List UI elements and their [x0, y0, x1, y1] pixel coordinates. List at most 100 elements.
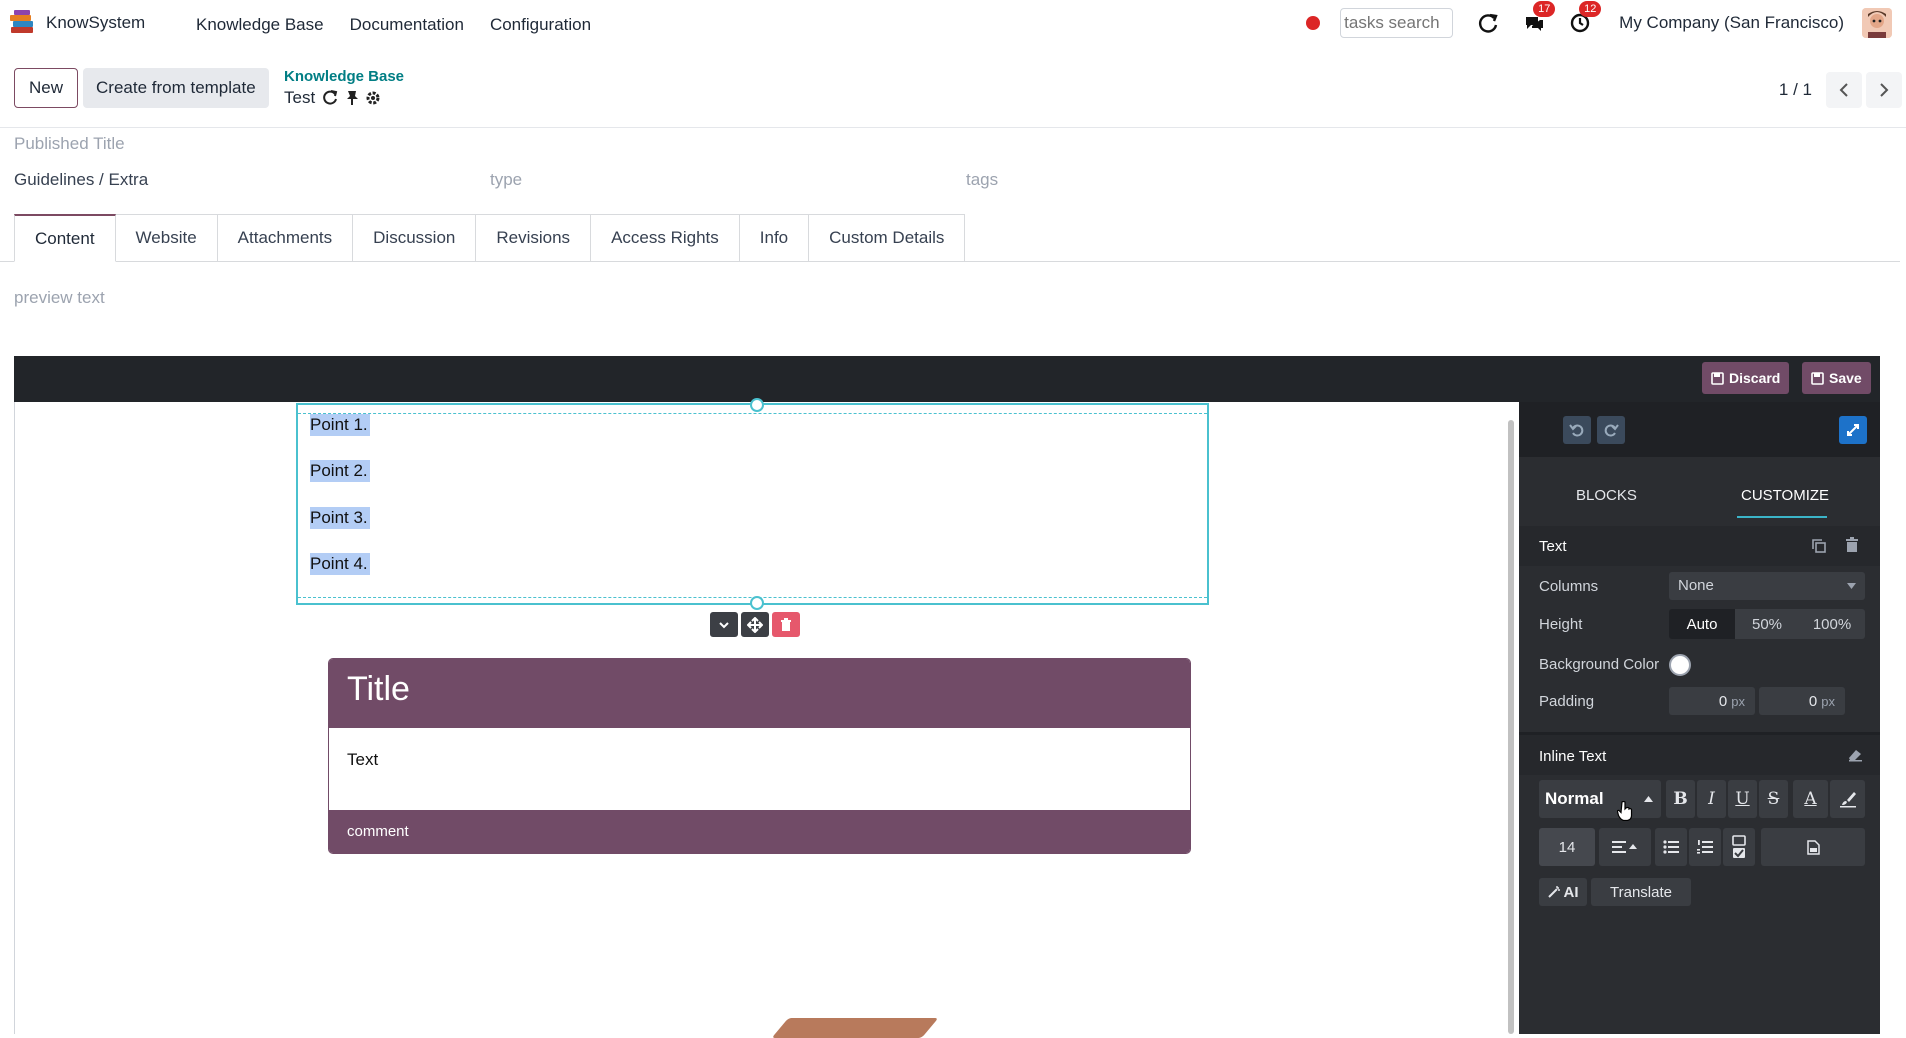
underline-button[interactable]: U — [1728, 780, 1757, 818]
undo-icon[interactable] — [1563, 416, 1591, 444]
panel-history-bar — [1519, 402, 1880, 457]
height-selector: Auto 50% 100% — [1669, 609, 1865, 639]
align-select[interactable] — [1599, 828, 1651, 866]
user-avatar[interactable] — [1862, 8, 1892, 38]
chevron-left-icon — [1839, 83, 1848, 97]
columns-select[interactable]: None — [1669, 572, 1865, 600]
padding-horizontal-input[interactable]: 0 px — [1759, 687, 1845, 715]
trash-icon[interactable] — [772, 612, 800, 637]
duplicate-icon[interactable] — [1811, 538, 1827, 554]
font-size-value: 14 — [1558, 838, 1576, 856]
tab-blocks[interactable]: BLOCKS — [1576, 487, 1637, 504]
section-path-field[interactable]: Guidelines / Extra — [14, 170, 148, 190]
chat-icon[interactable]: 17 — [1521, 1, 1556, 36]
ai-label: AI — [1563, 883, 1579, 901]
snippet-toolbar — [710, 612, 800, 637]
tab-info[interactable]: Info — [739, 214, 810, 262]
italic-button[interactable]: I — [1697, 780, 1726, 818]
font-size-input[interactable]: 14 — [1539, 828, 1595, 866]
save-button[interactable]: Save — [1802, 362, 1871, 394]
inline-text-section-title: Inline Text — [1539, 748, 1607, 765]
translate-button[interactable]: Translate — [1591, 878, 1691, 906]
tab-content[interactable]: Content — [14, 214, 116, 262]
scrollbar-thumb[interactable] — [1508, 420, 1514, 1034]
card-comment[interactable]: comment — [329, 810, 1190, 853]
menu-knowledge-base[interactable]: Knowledge Base — [196, 15, 324, 35]
list-item[interactable]: Point 4. — [310, 553, 370, 575]
height-auto-button[interactable]: Auto — [1669, 609, 1735, 639]
activity-badge: 12 — [1579, 1, 1602, 17]
background-color-picker[interactable] — [1669, 654, 1691, 676]
tab-custom-details[interactable]: Custom Details — [809, 214, 966, 262]
refresh-icon[interactable] — [1475, 10, 1501, 36]
recording-indicator-icon[interactable] — [1306, 16, 1321, 30]
create-from-template-button[interactable]: Create from template — [83, 68, 269, 108]
insert-media-button[interactable] — [1761, 828, 1865, 866]
pin-icon[interactable] — [345, 90, 359, 106]
padding-guide-top — [298, 413, 1207, 414]
tab-revisions[interactable]: Revisions — [476, 214, 592, 262]
brand[interactable]: KnowSystem — [8, 9, 145, 37]
type-field[interactable]: type — [490, 170, 522, 190]
tab-attachments[interactable]: Attachments — [217, 214, 354, 262]
menu-configuration[interactable]: Configuration — [490, 15, 591, 35]
resize-handle-top[interactable] — [750, 398, 764, 412]
text-style-select[interactable]: Normal — [1539, 780, 1661, 818]
gear-icon[interactable] — [365, 90, 381, 106]
sync-icon[interactable] — [321, 89, 339, 107]
padding-vertical-input[interactable]: 0 px — [1669, 687, 1755, 715]
tab-website[interactable]: Website — [115, 214, 218, 262]
pager: 1 / 1 — [1779, 72, 1906, 108]
tab-access-rights[interactable]: Access Rights — [591, 214, 740, 262]
list-item[interactable]: Point 3. — [310, 507, 370, 529]
chevron-down-icon[interactable] — [710, 612, 738, 637]
highlight-color-button[interactable] — [1830, 780, 1865, 818]
align-left-icon — [1612, 841, 1637, 853]
ai-button[interactable]: AI — [1539, 878, 1587, 906]
file-image-icon — [1806, 839, 1820, 855]
card-text[interactable]: Text — [329, 728, 1190, 810]
numbered-list-icon — [1697, 840, 1713, 854]
pager-previous-button[interactable] — [1826, 72, 1862, 108]
height-50-button[interactable]: 50% — [1735, 609, 1799, 639]
discard-button[interactable]: Discard — [1702, 362, 1790, 394]
list-item[interactable]: Point 1. — [310, 414, 370, 436]
pager-value[interactable]: 1 / 1 — [1779, 80, 1812, 100]
text-style-value: Normal — [1545, 789, 1604, 808]
strikethrough-button[interactable]: S — [1759, 780, 1788, 818]
trash-icon[interactable] — [1845, 537, 1859, 553]
checklist-button[interactable] — [1723, 828, 1755, 866]
title-card-snippet[interactable]: Title Text comment — [328, 658, 1191, 854]
tab-discussion[interactable]: Discussion — [353, 214, 477, 262]
eraser-icon[interactable] — [1847, 748, 1863, 762]
menu-documentation[interactable]: Documentation — [350, 15, 464, 35]
pager-next-button[interactable] — [1866, 72, 1902, 108]
breadcrumb-knowledge-base[interactable]: Knowledge Base — [284, 68, 404, 85]
tags-field[interactable]: tags — [966, 170, 998, 190]
redo-icon[interactable] — [1597, 416, 1625, 444]
expand-icon[interactable] — [1839, 416, 1867, 444]
list-item[interactable]: Point 2. — [310, 460, 370, 482]
font-color-button[interactable]: A — [1793, 780, 1828, 818]
preview-text-field[interactable]: preview text — [14, 288, 105, 308]
bold-button[interactable]: B — [1666, 780, 1695, 818]
card-title[interactable]: Title — [329, 659, 1190, 728]
chevron-right-icon — [1880, 83, 1889, 97]
discard-label: Discard — [1729, 370, 1781, 386]
resize-handle-bottom[interactable] — [750, 596, 764, 610]
tasks-search-input[interactable] — [1340, 8, 1454, 38]
move-icon[interactable] — [741, 612, 769, 637]
magic-wand-icon — [1547, 886, 1560, 898]
bullet-list-button[interactable] — [1655, 828, 1687, 866]
columns-label: Columns — [1539, 578, 1599, 595]
editor-scrollbar[interactable] — [1505, 402, 1517, 1034]
new-button[interactable]: New — [14, 68, 79, 108]
tab-customize[interactable]: CUSTOMIZE — [1741, 487, 1829, 504]
clock-icon[interactable]: 12 — [1567, 1, 1602, 36]
numbered-list-button[interactable] — [1689, 828, 1721, 866]
panel-tabs: BLOCKS CUSTOMIZE — [1519, 457, 1880, 523]
height-100-button[interactable]: 100% — [1799, 609, 1865, 639]
top-navbar: KnowSystem Knowledge Base Documentation … — [0, 0, 1906, 46]
company-switcher[interactable]: My Company (San Francisco) — [1619, 13, 1844, 33]
published-title-field[interactable]: Published Title — [14, 134, 125, 154]
